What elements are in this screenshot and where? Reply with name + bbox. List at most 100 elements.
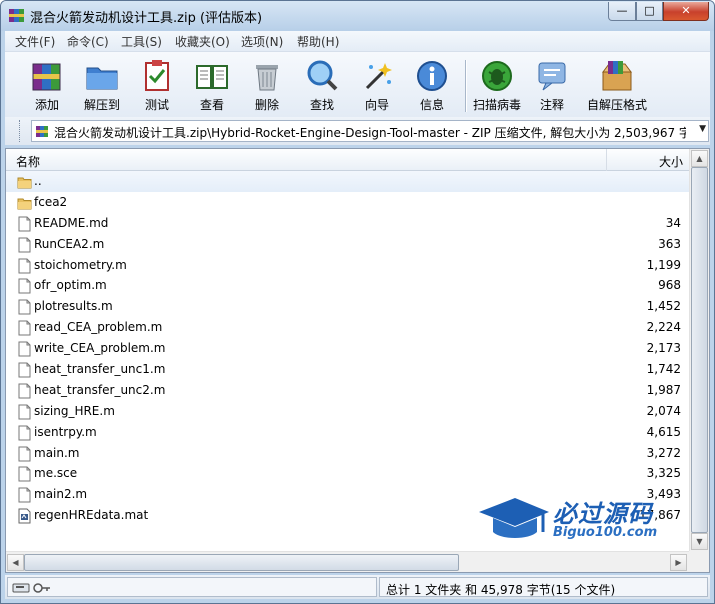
table-row[interactable]: .. [6,171,689,192]
table-row[interactable]: isentrpy.m 4,615 [6,422,689,443]
info-icon [417,61,447,91]
file-size: 1,199 [646,257,681,272]
horizontal-scrollbar[interactable]: ◀ ▶ [6,551,689,572]
toolbar: 添加 解压到 测试 查看 删除 查找 向导 信息 扫描病毒 注释 自解压格式 [5,51,710,117]
table-row[interactable]: me.sce 3,325 [6,463,689,484]
chevron-down-icon[interactable]: ▼ [699,124,706,134]
wizard-button[interactable]: 向导 [351,56,403,114]
maximize-button[interactable]: □ [636,2,663,21]
tool-label: 注释 [539,98,564,112]
watermark: 必过源码 Biguo100.com [477,494,687,546]
horizontal-scroll-thumb[interactable] [24,554,459,571]
comment-button[interactable]: 注释 [526,56,578,114]
virus-scan-icon [482,61,512,91]
winrar-window: 混合火箭发动机设计工具.zip (评估版本) — □ ✕ 文件(F) 命令(C)… [0,0,715,604]
file-name: me.sce [34,466,78,481]
file-icon [18,487,31,503]
sfx-button[interactable]: 自解压格式 [587,56,647,114]
file-name: fcea2 [34,194,68,209]
menu-command[interactable]: 命令(C) [67,33,109,50]
table-row[interactable]: RunCEA2.m 363 [6,234,689,255]
table-row[interactable]: fcea2 [6,192,689,213]
watermark-title: 必过源码 [553,500,653,528]
test-button[interactable]: 测试 [131,56,183,114]
info-button[interactable]: 信息 [406,56,458,114]
scroll-left-icon[interactable]: ◀ [7,554,24,571]
view-button[interactable]: 查看 [186,56,238,114]
scroll-down-icon[interactable]: ▼ [691,533,708,550]
window-title: 混合火箭发动机设计工具.zip (评估版本) [30,11,263,26]
graduation-cap-logo [479,498,549,538]
archive-icon [36,126,48,137]
file-icon [18,299,31,315]
table-row[interactable]: plotresults.m 1,452 [6,296,689,317]
column-name-header[interactable]: 名称 [16,153,40,170]
file-name: write_CEA_problem.m [34,341,166,356]
table-row[interactable]: sizing_HRE.m 2,074 [6,401,689,422]
file-name: isentrpy.m [34,424,97,439]
folder-icon [17,198,32,210]
vertical-scroll-thumb[interactable] [691,167,708,533]
status-right-pane: 总计 1 文件夹 和 45,978 字节(15 个文件) [379,577,708,597]
file-name: main2.m [34,487,88,502]
watermark-url: Biguo100.com [553,525,658,540]
tool-label: 信息 [419,98,444,112]
menu-help[interactable]: 帮助(H) [297,33,339,50]
file-icon [18,237,31,253]
address-bar: 混合火箭发动机设计工具.zip\Hybrid-Rocket-Engine-Des… [5,117,710,145]
menu-options[interactable]: 选项(N) [241,33,283,50]
file-size: 1,452 [646,299,681,314]
table-row[interactable]: ofr_optim.m 968 [6,275,689,296]
menu-tools[interactable]: 工具(S) [121,33,162,50]
find-button[interactable]: 查找 [296,56,348,114]
title-bar[interactable]: 混合火箭发动机设计工具.zip (评估版本) — □ ✕ [1,1,714,31]
table-row[interactable]: write_CEA_problem.m 2,173 [6,338,689,359]
table-row[interactable]: main.m 3,272 [6,443,689,464]
table-row[interactable]: stoichometry.m 1,199 [6,255,689,276]
table-row[interactable]: README.md 34 [6,213,689,234]
find-icon [307,60,338,91]
close-button[interactable]: ✕ [663,2,709,21]
file-name: ofr_optim.m [34,278,107,293]
file-name: stoichometry.m [34,257,127,272]
file-icon [18,425,31,441]
address-grip [19,120,22,142]
add-button[interactable]: 添加 [21,56,73,114]
table-row[interactable]: read_CEA_problem.m 2,224 [6,317,689,338]
test-icon [145,60,169,91]
extract-to-button[interactable]: 解压到 [76,56,128,114]
file-size: 2,173 [646,341,681,356]
table-row[interactable]: heat_transfer_unc1.m 1,742 [6,359,689,380]
status-bar: 总计 1 文件夹 和 45,978 字节(15 个文件) [5,575,710,599]
scroll-corner [689,551,709,572]
file-icon [18,466,31,482]
column-size-header[interactable]: 大小 [659,153,683,170]
scroll-up-icon[interactable]: ▲ [691,150,708,167]
column-header: 名称 大小 [6,149,689,171]
add-archive-icon [32,63,61,91]
file-name: heat_transfer_unc1.m [34,362,166,377]
delete-button[interactable]: 删除 [241,56,293,114]
address-field[interactable]: 混合火箭发动机设计工具.zip\Hybrid-Rocket-Engine-Des… [31,120,709,142]
tool-label: 自解压格式 [586,98,647,112]
table-row[interactable]: heat_transfer_unc2.m 1,987 [6,380,689,401]
menu-file[interactable]: 文件(F) [15,33,55,50]
vertical-scrollbar[interactable]: ▲ ▼ [689,149,709,551]
file-icon [18,258,31,274]
file-name: heat_transfer_unc2.m [34,382,166,397]
wizard-icon [365,63,392,90]
file-icon [18,383,31,399]
menu-favorites[interactable]: 收藏夹(O) [175,33,230,50]
status-left-pane [7,577,377,597]
scroll-right-icon[interactable]: ▶ [670,554,687,571]
drive-key-icon[interactable] [12,581,52,595]
minimize-button[interactable]: — [608,2,636,21]
column-divider[interactable] [606,149,607,171]
status-summary: 总计 1 文件夹 和 45,978 字节(15 个文件) [386,583,616,597]
file-name: README.md [34,215,109,230]
file-size: 2,074 [646,403,681,418]
view-icon [196,65,228,89]
maximize-icon: □ [644,4,655,17]
virus-scan-button[interactable]: 扫描病毒 [471,56,523,114]
file-size: 3,272 [646,445,681,460]
